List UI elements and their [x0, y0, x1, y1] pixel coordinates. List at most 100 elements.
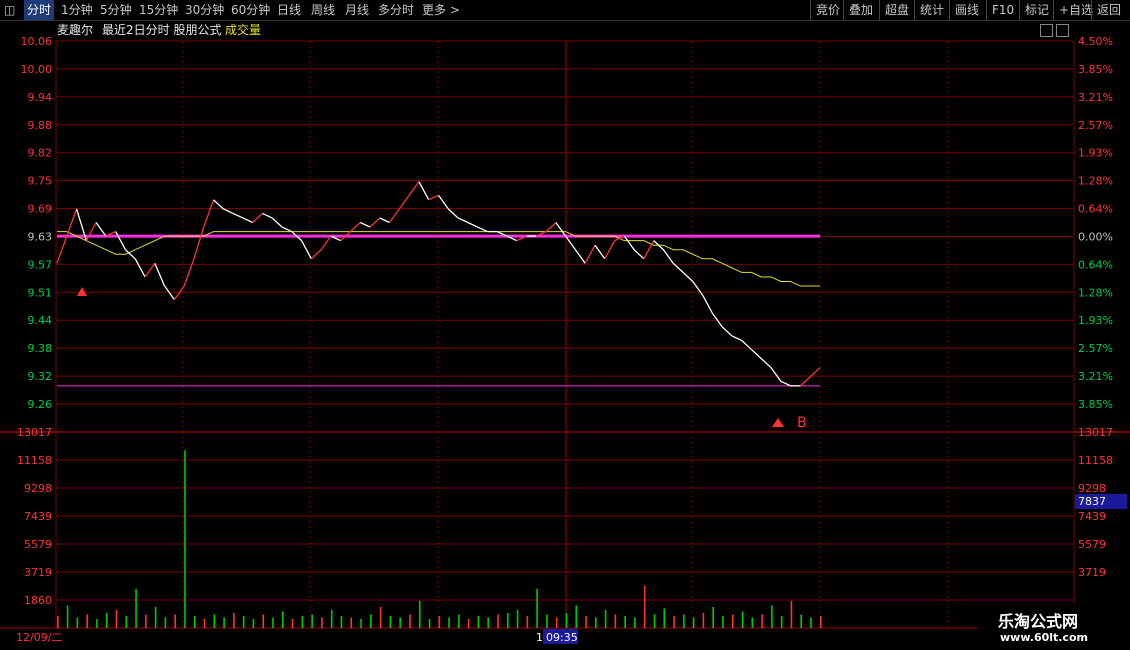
- panel-toggle-icon[interactable]: ◫: [4, 0, 15, 20]
- window-icon[interactable]: [1056, 24, 1069, 37]
- watermark: 乐淘公式网 www.60lt.com: [978, 604, 1130, 650]
- volume-bar: [673, 615, 675, 628]
- volume-bar: [438, 615, 441, 628]
- volume-bar: [145, 614, 147, 628]
- volume-bar: [330, 609, 333, 628]
- price-segment: [682, 271, 694, 282]
- volume-tick-label: 1860: [24, 594, 52, 607]
- volume-bar: [252, 618, 255, 628]
- pct-tick-label: 1.93%: [1078, 147, 1113, 160]
- volume-tick-label: 13017: [1078, 426, 1113, 439]
- price-segment: [115, 231, 127, 251]
- price-segment: [389, 208, 400, 223]
- volume-tick-label: 7439: [24, 510, 52, 523]
- price-segment: [555, 222, 567, 237]
- volume-bar: [184, 450, 186, 628]
- price-tick-label: 9.94: [28, 91, 53, 104]
- volume-tick-label: 5579: [1078, 538, 1106, 551]
- volume-bar: [379, 606, 382, 628]
- volume-bar: [233, 612, 235, 628]
- price-segment: [780, 380, 791, 387]
- formula-title: 最近2日分时 股朋公式: [102, 23, 222, 37]
- volume-bar: [761, 614, 763, 628]
- volume-bar: [810, 617, 812, 628]
- mark-button[interactable]: 标记: [1019, 0, 1049, 20]
- auction-button[interactable]: 竞价: [810, 0, 840, 20]
- tab-5min[interactable]: 5分钟: [100, 0, 132, 20]
- pct-tick-label: 0.00%: [1078, 230, 1113, 243]
- volume-tick-label: 7439: [1078, 510, 1106, 523]
- tab-15min[interactable]: 15分钟: [139, 0, 178, 20]
- price-tick-label: 9.63: [28, 230, 53, 243]
- volume-bar: [653, 614, 656, 628]
- super-button[interactable]: 超盘: [879, 0, 909, 20]
- pct-tick-label: 3.85%: [1078, 398, 1113, 411]
- add-watchlist-button[interactable]: +自选: [1053, 0, 1093, 20]
- pct-tick-label: 3.85%: [1078, 63, 1113, 76]
- price-segment: [350, 222, 361, 233]
- volume-tick-label: 3719: [24, 566, 52, 579]
- tab-monthly[interactable]: 月线: [345, 0, 369, 20]
- volume-bar: [741, 611, 744, 628]
- volume-bar: [624, 615, 626, 628]
- volume-bar: [76, 617, 79, 628]
- volume-bar: [262, 614, 265, 628]
- price-segment: [770, 367, 782, 382]
- volume-bar: [66, 605, 69, 628]
- draw-line-button[interactable]: 画线: [949, 0, 979, 20]
- tab-intraday[interactable]: 分时: [24, 0, 55, 20]
- price-segment: [193, 226, 205, 259]
- price-segment: [545, 222, 557, 233]
- volume-bar: [174, 614, 176, 628]
- tab-multi-intraday[interactable]: 多分时: [378, 0, 414, 20]
- volume-bar: [272, 617, 274, 628]
- volume-bar: [497, 614, 499, 628]
- price-segment: [418, 181, 430, 201]
- pct-tick-label: 2.57%: [1078, 342, 1113, 355]
- volume-tick-label: 9298: [1078, 482, 1106, 495]
- price-segment: [66, 208, 78, 237]
- back-button[interactable]: 返回: [1091, 0, 1121, 20]
- price-segment: [623, 235, 635, 251]
- volume-bar: [731, 614, 734, 628]
- buy-signal-icon: [77, 287, 87, 296]
- price-segment: [203, 199, 215, 228]
- overlay-button[interactable]: 叠加: [843, 0, 873, 20]
- price-segment: [213, 199, 224, 210]
- volume-bar: [311, 614, 313, 628]
- volume-bar: [555, 617, 558, 628]
- pct-tick-label: 3.21%: [1078, 91, 1113, 104]
- tab-weekly[interactable]: 周线: [311, 0, 335, 20]
- tab-1min[interactable]: 1分钟: [61, 0, 93, 20]
- volume-bar: [692, 617, 695, 628]
- price-segment: [232, 212, 244, 219]
- tab-30min[interactable]: 30分钟: [185, 0, 224, 20]
- price-segment: [574, 249, 586, 264]
- stats-button[interactable]: 统计: [914, 0, 944, 20]
- chart-canvas[interactable]: 10.06 4.50%10.00 3.85%9.94 3.21%9.88 2.57%9.…: [0, 0, 1130, 650]
- f10-button[interactable]: F10: [986, 0, 1014, 20]
- volume-bar: [418, 600, 421, 628]
- tab-more[interactable]: 更多 >: [422, 0, 460, 20]
- volume-bar: [291, 618, 294, 628]
- price-segment: [359, 221, 371, 228]
- volume-bar: [86, 614, 88, 628]
- date-label: 12/09/二: [16, 631, 62, 644]
- price-segment: [379, 217, 390, 224]
- tab-daily[interactable]: 日线: [277, 0, 301, 20]
- tab-60min[interactable]: 60分钟: [231, 0, 270, 20]
- pct-tick-label: 0.64%: [1078, 203, 1113, 216]
- volume-bar: [223, 617, 225, 628]
- price-tick-label: 9.51: [28, 286, 53, 299]
- volume-tick-label: 13017: [17, 426, 52, 439]
- volume-bar: [751, 617, 754, 628]
- price-segment: [457, 217, 469, 224]
- volume-bar: [409, 614, 411, 628]
- price-tick-label: 10.00: [21, 63, 53, 76]
- volume-tick-label: 11158: [17, 454, 52, 467]
- price-segment: [692, 281, 704, 296]
- price-segment: [154, 263, 166, 287]
- settings-icon[interactable]: [1040, 24, 1053, 37]
- price-segment: [242, 217, 253, 224]
- volume-tick-label: 3719: [1078, 566, 1106, 579]
